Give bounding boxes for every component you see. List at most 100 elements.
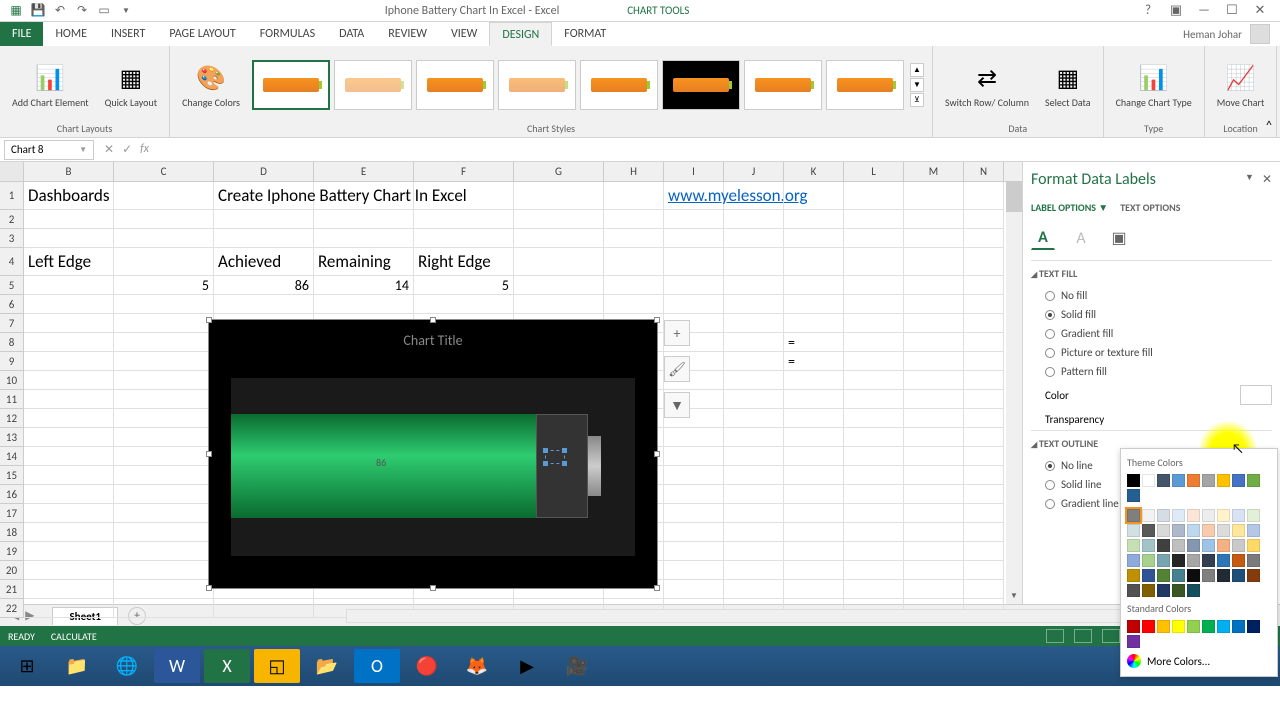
taskbar-app1-icon[interactable]: ◱ <box>254 649 300 683</box>
cell-J13[interactable] <box>724 428 784 447</box>
color-swatch[interactable] <box>1202 554 1215 567</box>
color-swatch[interactable] <box>1172 509 1185 522</box>
cell-C14[interactable] <box>114 447 214 466</box>
formula-input[interactable] <box>159 140 1280 160</box>
chart-style-8[interactable] <box>826 60 904 110</box>
cell-J14[interactable] <box>724 447 784 466</box>
cell-L5[interactable] <box>844 276 904 295</box>
cell-G2[interactable] <box>514 210 604 229</box>
taskbar-folder-icon[interactable]: 📂 <box>304 649 350 683</box>
color-swatch[interactable] <box>1232 539 1245 552</box>
cell-N21[interactable] <box>964 580 1004 599</box>
cell-E6[interactable] <box>314 295 414 314</box>
color-picker-button[interactable] <box>1240 385 1272 405</box>
cell-I15[interactable] <box>664 466 724 485</box>
cell-M5[interactable] <box>904 276 964 295</box>
cell-J18[interactable] <box>724 523 784 542</box>
color-swatch[interactable] <box>1247 524 1260 537</box>
cell-N13[interactable] <box>964 428 1004 447</box>
cell-M6[interactable] <box>904 295 964 314</box>
color-swatch[interactable] <box>1157 569 1170 582</box>
cell-H6[interactable] <box>604 295 664 314</box>
cell-D22[interactable] <box>214 599 314 618</box>
text-options-tab[interactable]: TEXT OPTIONS <box>1120 201 1180 214</box>
plot-area[interactable]: 86 <box>231 378 635 556</box>
maximize-icon[interactable]: ☐ <box>1224 3 1240 19</box>
cell-E3[interactable] <box>314 229 414 248</box>
color-swatch[interactable] <box>1232 474 1245 487</box>
row-header-15[interactable]: 15 <box>0 466 24 485</box>
gradient-fill-radio[interactable]: Gradient fill <box>1031 324 1272 343</box>
cell-B19[interactable] <box>24 542 114 561</box>
col-header-I[interactable]: I <box>664 162 724 181</box>
cell-M15[interactable] <box>904 466 964 485</box>
collapse-ribbon-icon[interactable]: ^ <box>1266 119 1272 133</box>
cell-B12[interactable] <box>24 409 114 428</box>
cell-B10[interactable] <box>24 371 114 390</box>
cell-F6[interactable] <box>414 295 514 314</box>
cell-B14[interactable] <box>24 447 114 466</box>
cell-L4[interactable] <box>844 248 904 276</box>
cell-J19[interactable] <box>724 542 784 561</box>
row-header-2[interactable]: 2 <box>0 210 24 229</box>
cell-K5[interactable] <box>784 276 844 295</box>
save-icon[interactable]: 💾 <box>30 3 46 19</box>
cell-K16[interactable] <box>784 485 844 504</box>
cell-J17[interactable] <box>724 504 784 523</box>
cell-N16[interactable] <box>964 485 1004 504</box>
row-header-8[interactable]: 8 <box>0 333 24 352</box>
color-swatch[interactable] <box>1247 474 1260 487</box>
cell-C17[interactable] <box>114 504 214 523</box>
color-swatch[interactable] <box>1127 620 1140 633</box>
data-label-achieved[interactable]: 86 <box>376 456 386 469</box>
cell-C15[interactable] <box>114 466 214 485</box>
select-data-button[interactable]: ▦Select Data <box>1041 61 1095 110</box>
cell-K12[interactable] <box>784 409 844 428</box>
color-swatch[interactable] <box>1217 569 1230 582</box>
cell-N7[interactable] <box>964 314 1004 333</box>
cell-N3[interactable] <box>964 229 1004 248</box>
cell-N20[interactable] <box>964 561 1004 580</box>
color-swatch[interactable] <box>1142 509 1155 522</box>
color-swatch[interactable] <box>1127 635 1140 648</box>
cell-C12[interactable] <box>114 409 214 428</box>
cell-J10[interactable] <box>724 371 784 390</box>
color-swatch[interactable] <box>1247 509 1260 522</box>
cell-C18[interactable] <box>114 523 214 542</box>
color-swatch[interactable] <box>1172 569 1185 582</box>
taskbar-chrome-icon[interactable]: 🔴 <box>404 649 450 683</box>
touch-mode-icon[interactable]: ▭ <box>96 3 112 19</box>
chart-styles-button[interactable]: 🖌 <box>664 356 690 382</box>
cell-C13[interactable] <box>114 428 214 447</box>
undo-icon[interactable]: ↶ <box>52 3 68 19</box>
cell-L6[interactable] <box>844 295 904 314</box>
tab-review[interactable]: REVIEW <box>376 22 439 46</box>
cell-K11[interactable] <box>784 390 844 409</box>
cell-B5[interactable] <box>24 276 114 295</box>
col-header-M[interactable]: M <box>904 162 964 181</box>
cell-K17[interactable] <box>784 504 844 523</box>
col-header-F[interactable]: F <box>414 162 514 181</box>
cell-K15[interactable] <box>784 466 844 485</box>
color-swatch[interactable] <box>1202 620 1215 633</box>
worksheet[interactable]: BCDEFGHIJKLMN 1DashboardsCreate Iphone B… <box>0 162 1022 604</box>
row-header-13[interactable]: 13 <box>0 428 24 447</box>
switch-row-column-button[interactable]: ⇄Switch Row/ Column <box>941 61 1033 110</box>
cell-N19[interactable] <box>964 542 1004 561</box>
row-header-19[interactable]: 19 <box>0 542 24 561</box>
row-header-10[interactable]: 10 <box>0 371 24 390</box>
cell-J9[interactable] <box>724 352 784 371</box>
cell-M11[interactable] <box>904 390 964 409</box>
color-swatch[interactable] <box>1142 554 1155 567</box>
chart-style-6[interactable] <box>662 60 740 110</box>
tab-insert[interactable]: INSERT <box>99 22 157 46</box>
color-swatch[interactable] <box>1172 584 1185 597</box>
color-swatch[interactable] <box>1202 569 1215 582</box>
tab-formulas[interactable]: FORMULAS <box>248 22 327 46</box>
cell-B3[interactable] <box>24 229 114 248</box>
close-icon[interactable]: ✕ <box>1252 3 1268 19</box>
cell-B15[interactable] <box>24 466 114 485</box>
no-fill-radio[interactable]: No fill <box>1031 286 1272 305</box>
cell-M8[interactable] <box>904 333 964 352</box>
move-chart-button[interactable]: 📈Move Chart <box>1213 61 1269 110</box>
